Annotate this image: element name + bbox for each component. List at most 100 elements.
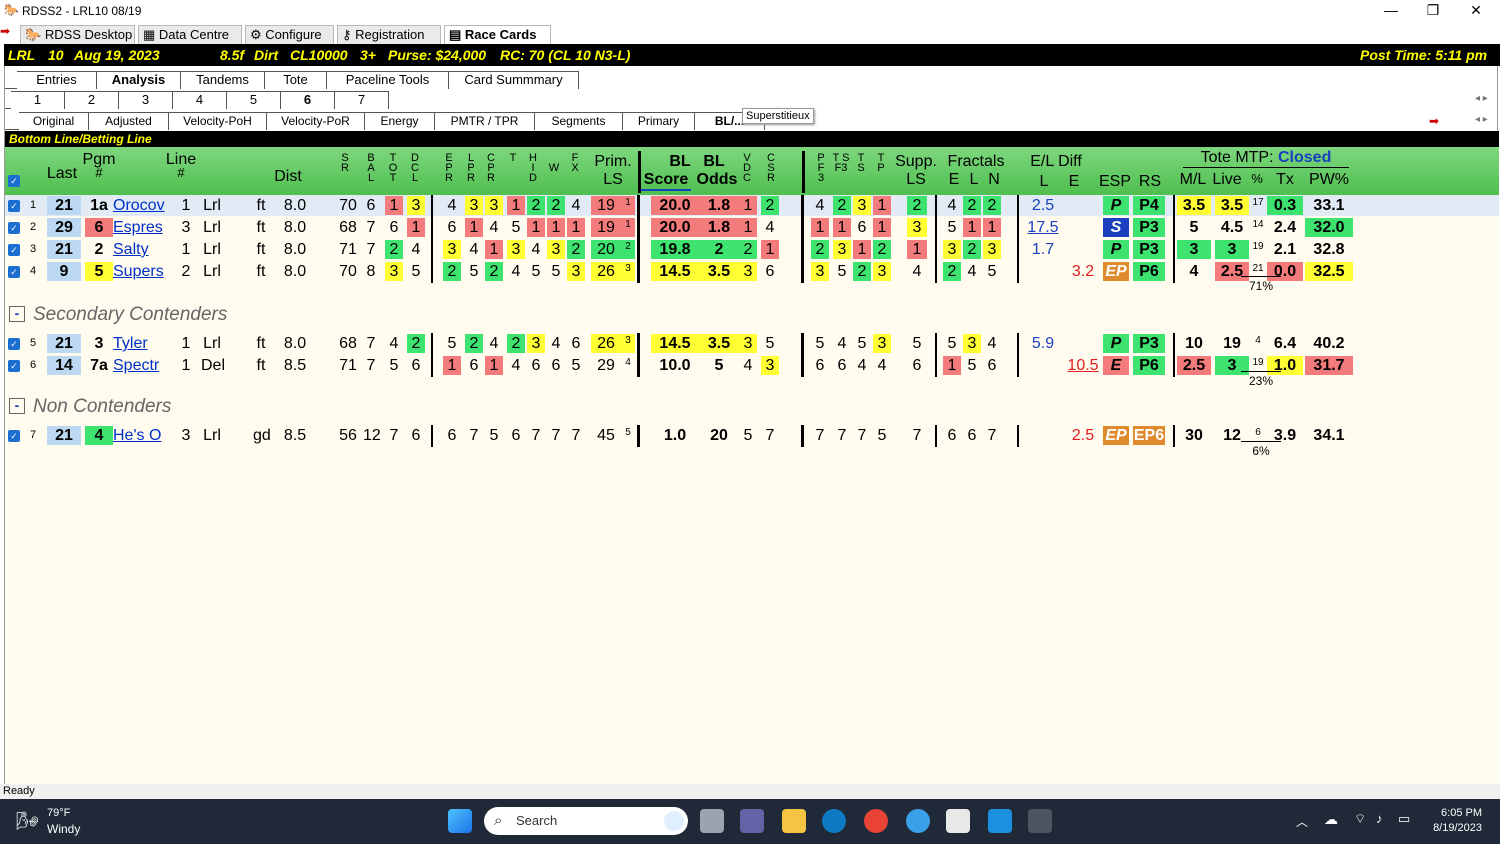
row-checkbox[interactable]: ✓ <box>8 222 20 234</box>
rdss-app-icon[interactable] <box>1028 809 1052 833</box>
start-windows-icon[interactable] <box>448 809 472 833</box>
tab-race-6[interactable]: 6 <box>281 91 335 109</box>
tab-velocity-poh[interactable]: Velocity-PoH <box>169 112 267 130</box>
tab-original[interactable]: Original <box>19 112 89 130</box>
weather-icon[interactable]: 🌬 <box>16 811 39 832</box>
hdr-prim-ls: LS <box>603 171 623 188</box>
tab-race-7[interactable]: 7 <box>335 91 389 109</box>
cell-fx: 7 <box>571 427 581 444</box>
cell-tot: 2 <box>385 240 403 259</box>
tab-analysis[interactable]: Analysis <box>97 71 181 89</box>
hdr-line-hash: # <box>177 165 185 180</box>
file-explorer-icon[interactable] <box>782 809 806 833</box>
hp-icon[interactable] <box>988 809 1012 833</box>
tab-velocity-por[interactable]: Velocity-PoR <box>267 112 365 130</box>
row-checkbox[interactable]: ✓ <box>8 244 20 256</box>
hdr-dcl: D C L <box>411 152 419 184</box>
collapse-icon[interactable]: - <box>9 306 25 322</box>
help-icon[interactable] <box>906 809 930 833</box>
tab-segments[interactable]: Segments <box>535 112 623 130</box>
cell-pgm: 5 <box>85 262 113 281</box>
cell-odds: 3.5 <box>699 262 739 281</box>
tab-rdss-desktop[interactable]: 🐎 RDSS Desktop <box>20 25 135 44</box>
export-arrow-icon[interactable]: ➡ <box>1429 114 1439 128</box>
col-separator <box>1017 333 1019 355</box>
cell-tx: 6.4 <box>1273 335 1297 352</box>
tab-data-centre[interactable]: ▦ Data Centre <box>138 25 242 44</box>
cell-ml: 10 <box>1185 335 1203 352</box>
bing-icon[interactable] <box>664 811 684 831</box>
cell-vdc: 3 <box>739 334 757 353</box>
tab-registration[interactable]: ⚷ Registration <box>337 25 441 44</box>
wifi-icon[interactable]: ⌔ <box>1354 811 1366 827</box>
tab-energy[interactable]: Energy <box>365 112 435 130</box>
secondary-header[interactable]: - Secondary Contenders <box>5 304 227 326</box>
cell-sr: 71 <box>339 241 357 258</box>
onedrive-icon[interactable]: ☁ <box>1324 811 1338 828</box>
store-icon[interactable] <box>946 809 970 833</box>
maximize-button[interactable]: ❐ <box>1412 0 1454 22</box>
table-row[interactable]: ✓ 2 29 6 Espres 3 Lrl ft 8.0 68 7 6 1 6 1 4 5 1 1 1 19 1 20.0 1… <box>5 217 1499 239</box>
row-checkbox[interactable]: ✓ <box>8 266 20 278</box>
cell-name[interactable]: Spectr <box>113 356 171 375</box>
cell-name[interactable]: Supers <box>113 262 171 281</box>
tab-configure[interactable]: ⚙ Configure <box>245 25 334 44</box>
tab-paceline-tools[interactable]: Paceline Tools <box>327 71 449 89</box>
table-row[interactable]: ✓ 3 21 2 Salty 1 Lrl ft 8.0 71 7 2 4 3 4 1 3 4 3 2 20 2 19.8 2 2… <box>5 239 1499 261</box>
select-all-checkbox[interactable]: ✓ <box>8 175 20 187</box>
table-row[interactable]: ✓ 7 21 4 He's O 3 Lrl gd 8.5 56 12 7 6 6 7 5 6 7 7 7 45 5 1.0 2… <box>5 425 1499 447</box>
tab-tandems[interactable]: Tandems <box>181 71 265 89</box>
tab-pmtr-tpr[interactable]: PMTR / TPR <box>435 112 535 130</box>
non-contenders-header[interactable]: - Non Contenders <box>5 396 171 418</box>
row-checkbox[interactable]: ✓ <box>8 200 20 212</box>
cell-pct: 6 <box>1255 427 1261 438</box>
tray-chevron-icon[interactable]: ︿ <box>1296 813 1308 830</box>
scroll-arrows-icon[interactable]: ◂ ▸ <box>1475 114 1488 125</box>
scroll-arrows-icon[interactable]: ◂ ▸ <box>1475 93 1488 104</box>
cell-dist: 8.0 <box>283 197 307 214</box>
tab-race-3[interactable]: 3 <box>119 91 173 109</box>
row-checkbox[interactable]: ✓ <box>8 430 20 442</box>
taskbar-search[interactable]: ⌕ Search <box>484 807 688 835</box>
table-row[interactable]: ✓ 1 21 1a Orocov 1 Lrl ft 8.0 70 6 1 3 4 3 3 1 2 2 4 19 1 20.0… <box>5 195 1499 217</box>
hdr-pf3: P F 3 <box>817 152 825 184</box>
cell-name[interactable]: Espres <box>113 218 171 237</box>
cell-name[interactable]: He's O <box>113 426 171 445</box>
table-row[interactable]: ✓ 6 14 7a Spectr 1 Del ft 8.5 71 7 5 6 1 6 1 4 6 6 5 29 4 10.0… <box>5 355 1499 377</box>
clock-date[interactable]: 8/19/2023 <box>1424 822 1482 834</box>
row-number: 4 <box>29 265 37 277</box>
tab-race-2[interactable]: 2 <box>65 91 119 109</box>
row-checkbox[interactable]: ✓ <box>8 360 20 372</box>
cell-name[interactable]: Salty <box>113 240 171 259</box>
cell-last: 29 <box>47 218 81 237</box>
hdr-score[interactable]: Score <box>641 171 691 191</box>
teams-icon[interactable] <box>740 809 764 833</box>
tab-race-5[interactable]: 5 <box>227 91 281 109</box>
chrome-icon[interactable] <box>864 809 888 833</box>
col-separator <box>637 425 640 447</box>
tab-race-1[interactable]: 1 <box>11 91 65 109</box>
tab-tote[interactable]: Tote <box>265 71 327 89</box>
tab-entries[interactable]: Entries <box>17 71 97 89</box>
cell-bal: 8 <box>366 263 376 280</box>
close-button[interactable]: ✕ <box>1455 0 1497 22</box>
battery-icon[interactable]: ▭ <box>1398 811 1410 827</box>
table-row[interactable]: ✓ 5 21 3 Tyler 1 Lrl ft 8.0 68 7 4 2 5 2 4 2 3 4 6 26 3 14.5 3.… <box>5 333 1499 355</box>
volume-icon[interactable]: ♪ <box>1376 811 1383 826</box>
row-checkbox[interactable]: ✓ <box>8 338 20 350</box>
hdr-odds[interactable]: Odds <box>693 171 741 189</box>
col-separator <box>801 195 804 217</box>
cell-name[interactable]: Orocov <box>113 196 171 215</box>
task-view-icon[interactable] <box>700 809 724 833</box>
collapse-icon[interactable]: - <box>9 398 25 414</box>
clock-time[interactable]: 6:05 PM <box>1432 807 1482 819</box>
tab-race-4[interactable]: 4 <box>173 91 227 109</box>
edge-icon[interactable] <box>822 809 846 833</box>
cell-line: 1 <box>181 357 191 374</box>
tab-primary[interactable]: Primary <box>623 112 695 130</box>
cell-name[interactable]: Tyler <box>113 334 171 353</box>
tab-race-cards[interactable]: ▤ Race Cards <box>444 25 551 44</box>
tab-card-summary[interactable]: Card Summmary <box>449 71 579 89</box>
minimize-button[interactable]: — <box>1370 0 1412 22</box>
tab-adjusted[interactable]: Adjusted <box>89 112 169 130</box>
